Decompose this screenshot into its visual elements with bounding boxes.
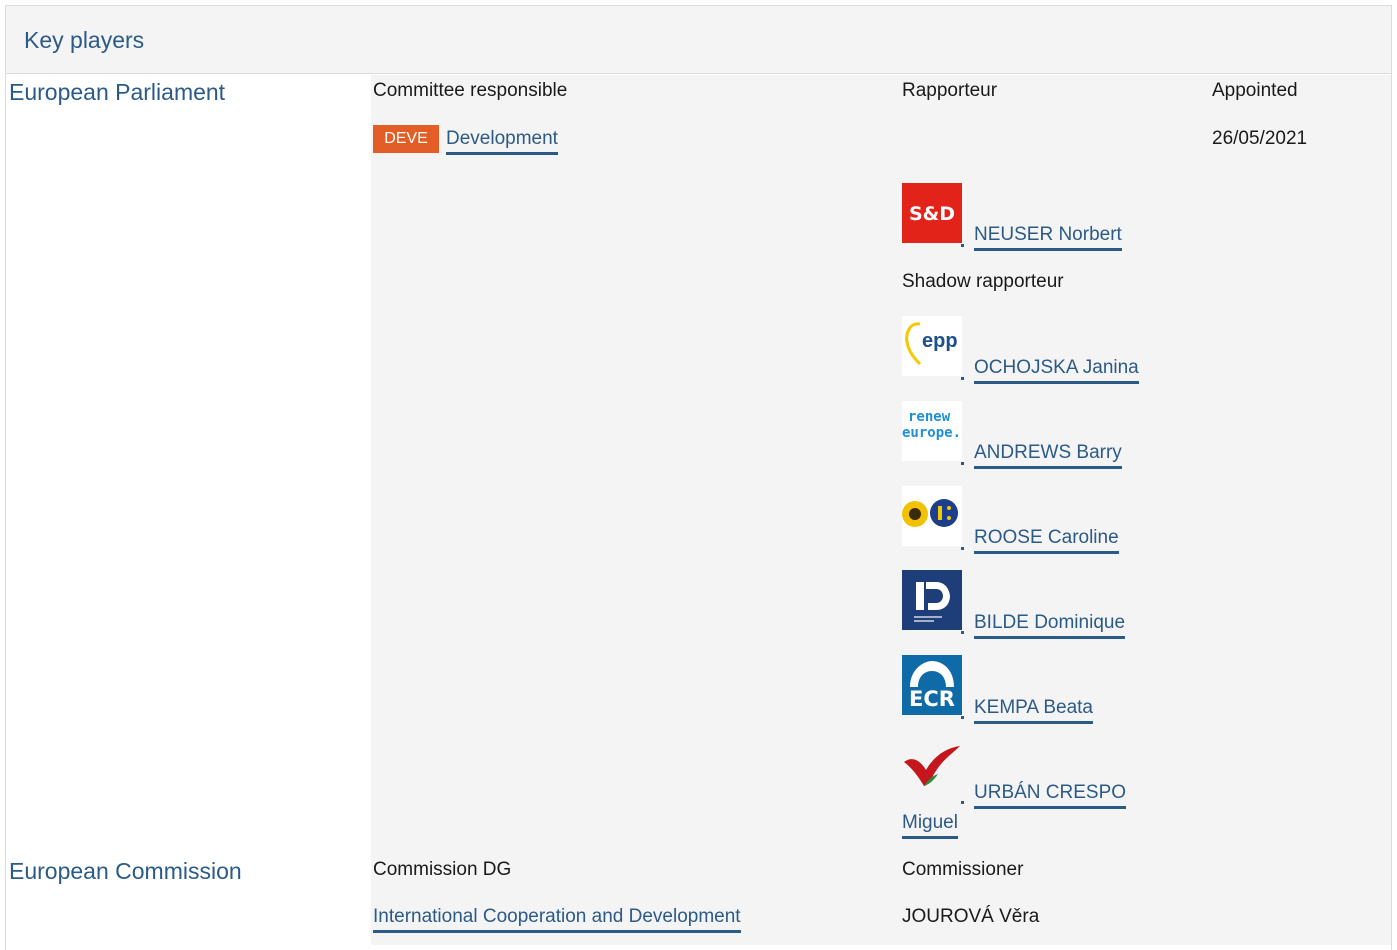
rapporteur-header: Rapporteur: [902, 80, 998, 101]
shadow-link-urban-crespo-line2[interactable]: Miguel: [902, 811, 958, 839]
renew-logo-line2: europe.: [902, 425, 962, 441]
sunflower-eu-icon: [902, 499, 958, 527]
committee-link-development[interactable]: Development: [446, 127, 558, 155]
greens-group-logo: [902, 486, 962, 546]
shadow-rapporteur-header: Shadow rapporteur: [902, 271, 1064, 292]
institution-column: [6, 75, 371, 945]
link-underline-tick: [961, 801, 964, 804]
link-underline-tick: [961, 462, 964, 465]
institution-commission: European Commission: [9, 858, 242, 884]
renew-logo-line1: renew: [908, 409, 951, 425]
ecr-logo-text: ECR: [909, 687, 955, 711]
appointed-header: Appointed: [1212, 80, 1298, 101]
ecr-group-logo: ECR: [902, 655, 962, 715]
shadow-link-ochojska[interactable]: OCHOJSKA Janina: [974, 356, 1139, 384]
sd-group-logo: S&D: [902, 183, 962, 243]
shadow-link-roose[interactable]: ROOSE Caroline: [974, 526, 1119, 554]
commission-dg-header: Commission DG: [373, 859, 512, 880]
link-underline-tick: [961, 716, 964, 719]
commission-dg-link[interactable]: International Cooperation and Developmen…: [373, 905, 741, 933]
rapporteur-link[interactable]: NEUSER Norbert: [974, 223, 1122, 251]
sd-logo-text: S&D: [908, 203, 956, 225]
gue-ngl-icon: [904, 746, 960, 786]
link-underline-tick: [961, 377, 964, 380]
link-underline-tick: [961, 244, 964, 247]
section-header: Key players: [6, 6, 1391, 74]
shadow-link-andrews[interactable]: ANDREWS Barry: [974, 441, 1122, 469]
commissioner-header: Commissioner: [902, 859, 1024, 880]
commissioner-name: JOUROVÁ Věra: [902, 906, 1040, 927]
institution-parliament: European Parliament: [9, 79, 226, 105]
link-underline-tick: [961, 547, 964, 550]
shadow-link-kempa[interactable]: KEMPA Beata: [974, 696, 1093, 724]
details-column: [371, 75, 1391, 945]
epp-group-logo: epp: [902, 316, 962, 376]
shadow-link-bilde[interactable]: BILDE Dominique: [974, 611, 1126, 639]
committee-responsible-header: Committee responsible: [373, 80, 568, 101]
committee-code-badge: DEVE: [373, 125, 439, 153]
section-title: Key players: [24, 27, 145, 53]
appointed-date: 26/05/2021: [1212, 128, 1308, 149]
identity-democracy-icon: [914, 582, 950, 622]
epp-logo-text: epp: [922, 330, 958, 352]
gue-ngl-group-logo: [902, 740, 962, 800]
id-group-logo: [902, 570, 962, 630]
shadow-link-urban-crespo[interactable]: URBÁN CRESPO: [974, 781, 1127, 809]
link-underline-tick: [961, 631, 964, 634]
renew-group-logo: renew europe.: [902, 401, 962, 461]
